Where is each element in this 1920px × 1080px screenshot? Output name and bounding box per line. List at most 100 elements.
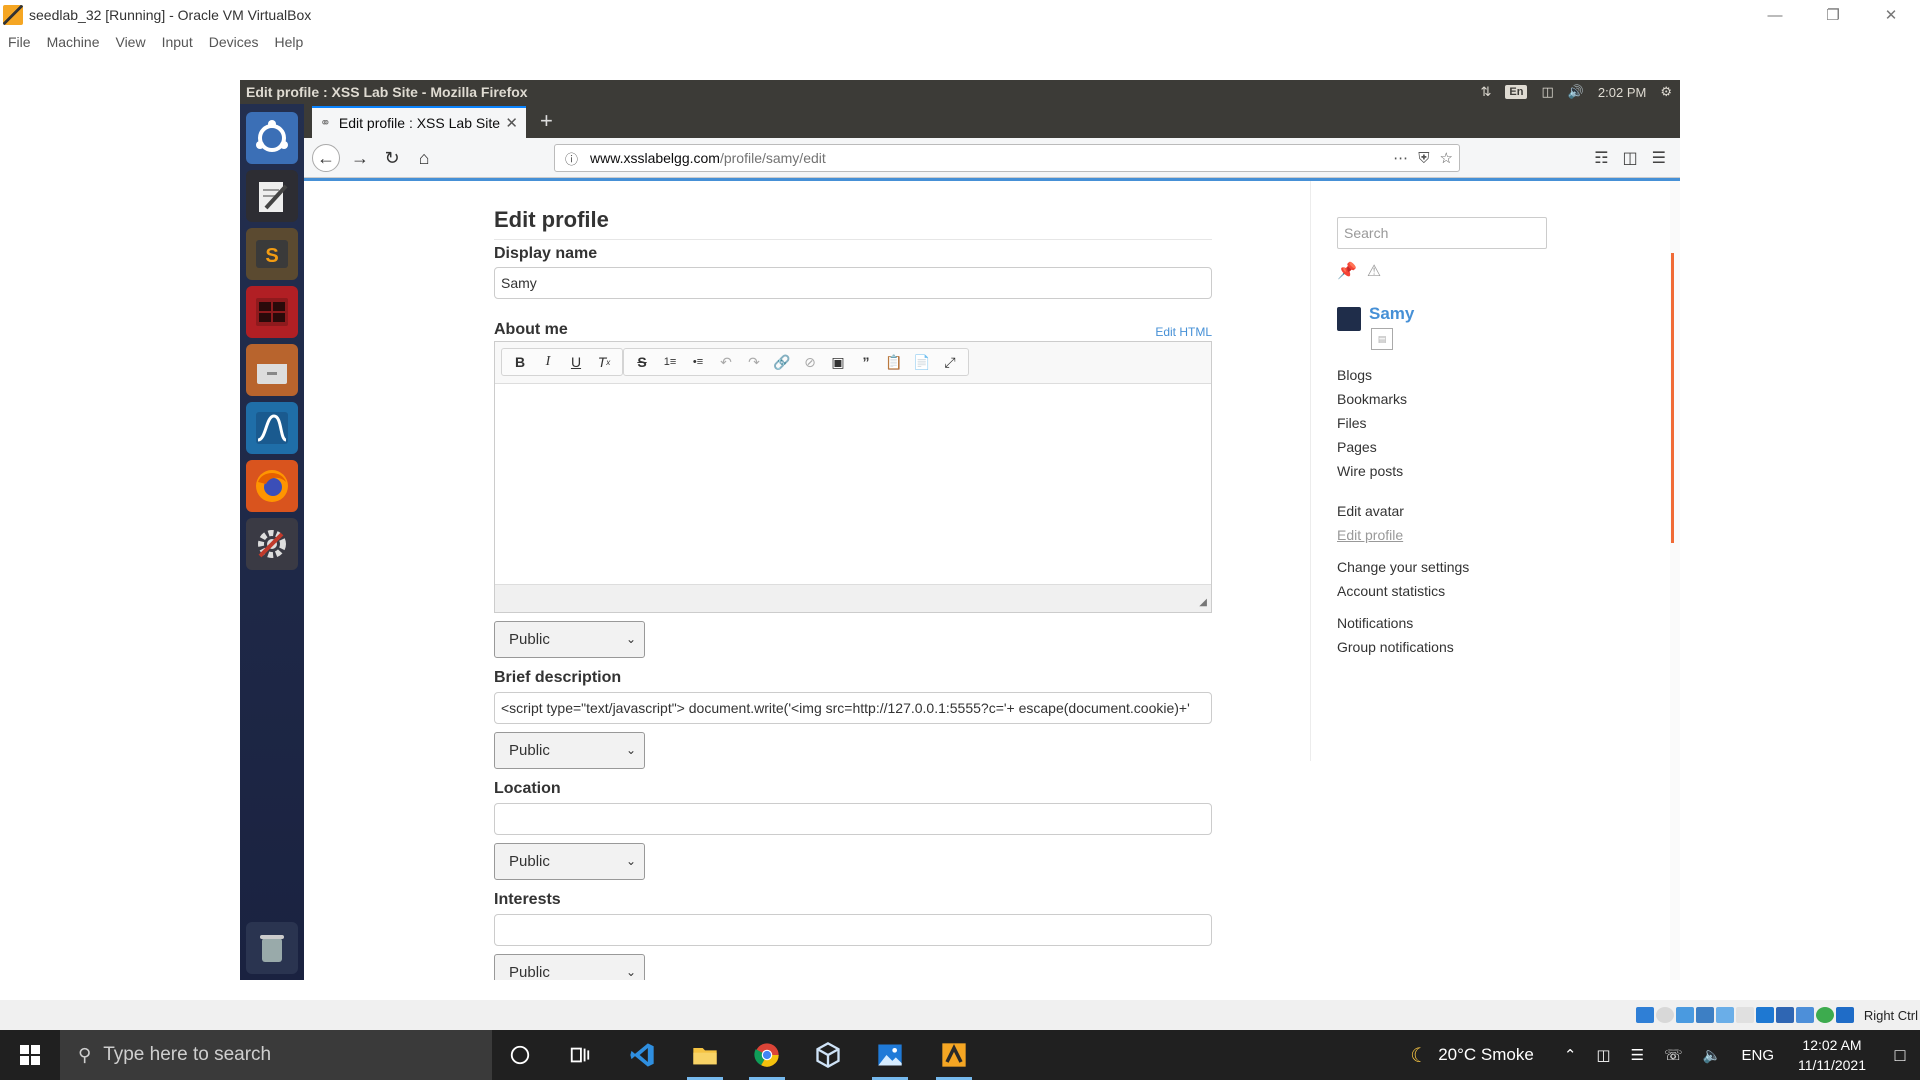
close-button[interactable]: ✕ (1862, 0, 1920, 30)
sidebar-link-files[interactable]: Files (1337, 415, 1367, 431)
page-actions-icon[interactable]: ⋯ (1393, 149, 1408, 167)
wireshark-icon[interactable] (246, 402, 298, 454)
shared-folders-icon[interactable] (1736, 1007, 1754, 1023)
sidebar-link-notifications[interactable]: Notifications (1337, 615, 1413, 631)
forward-button[interactable]: → (346, 144, 374, 172)
redo-icon[interactable]: ↷ (740, 350, 768, 374)
interests-field[interactable] (494, 914, 1212, 946)
unlink-icon[interactable]: ⊘ (796, 350, 824, 374)
underline-icon[interactable]: U (562, 350, 590, 374)
location-field[interactable] (494, 803, 1212, 835)
sidebar-toggle-icon[interactable]: ◫ (1623, 148, 1638, 168)
reload-button[interactable]: ↻ (378, 144, 406, 172)
battery-tray-icon[interactable]: ◫ (1596, 1046, 1610, 1064)
terminal-icon[interactable] (246, 286, 298, 338)
text-editor-icon[interactable] (246, 170, 298, 222)
vm-screen[interactable]: Edit profile : XSS Lab Site - Mozilla Fi… (240, 80, 1680, 980)
pin-icon[interactable]: 📌 (1337, 261, 1357, 281)
sidebar-link-wire-posts[interactable]: Wire posts (1337, 463, 1403, 479)
notification-center-icon[interactable]: □ (1880, 1045, 1920, 1066)
paste-word-icon[interactable]: 📄 (908, 350, 936, 374)
display-icon[interactable] (1756, 1007, 1774, 1023)
italic-icon[interactable]: I (534, 350, 562, 374)
back-button[interactable]: ← (312, 144, 340, 172)
mouse-integration-icon[interactable] (1816, 1007, 1834, 1023)
owner-name-link[interactable]: Samy (1369, 304, 1414, 324)
ubuntu-clock[interactable]: 2:02 PM (1598, 85, 1646, 100)
resize-handle-icon[interactable]: ◢ (1199, 597, 1207, 608)
home-button[interactable]: ⌂ (410, 144, 438, 172)
blockquote-icon[interactable]: ” (852, 350, 880, 374)
speaker-icon[interactable]: 🔈 (1703, 1046, 1722, 1064)
hamburger-menu-icon[interactable]: ☰ (1652, 148, 1666, 168)
recording-icon[interactable] (1776, 1007, 1794, 1023)
cpu-icon[interactable] (1796, 1007, 1814, 1023)
start-button[interactable] (0, 1030, 60, 1080)
sublime-text-icon[interactable]: S (246, 228, 298, 280)
remove-format-icon[interactable]: Tx (590, 350, 618, 374)
virtualbox-app-icon[interactable] (800, 1030, 856, 1080)
tab-edit-profile[interactable]: ⚭ Edit profile : XSS Lab Site ✕ (312, 106, 526, 138)
firefox-icon[interactable] (246, 460, 298, 512)
input-language[interactable]: ENG (1741, 1047, 1774, 1064)
sidebar-link-blogs[interactable]: Blogs (1337, 367, 1372, 383)
menu-file[interactable]: File (8, 34, 31, 50)
menu-view[interactable]: View (115, 34, 145, 50)
hard-disk-icon[interactable] (1636, 1007, 1654, 1023)
sidebar-link-pages[interactable]: Pages (1337, 439, 1377, 455)
sidebar-link-bookmarks[interactable]: Bookmarks (1337, 391, 1407, 407)
optical-drive-icon[interactable] (1656, 1007, 1674, 1023)
undo-icon[interactable]: ↶ (712, 350, 740, 374)
chrome-icon[interactable] (739, 1030, 795, 1080)
link-icon[interactable]: 🔗 (768, 350, 796, 374)
warning-icon[interactable]: ⚠ (1367, 261, 1381, 281)
menu-help[interactable]: Help (275, 34, 304, 50)
restore-button[interactable]: ❐ (1804, 0, 1862, 30)
owner-menu-icon[interactable]: ▤ (1371, 328, 1393, 350)
new-tab-button[interactable]: + (540, 108, 553, 134)
battery-icon[interactable]: ◫ (1541, 84, 1553, 100)
sidebar-link-change-settings[interactable]: Change your settings (1337, 559, 1469, 575)
volume-icon[interactable]: 🔊 (1568, 84, 1584, 100)
network-icon[interactable]: ⇅ (1480, 84, 1491, 100)
usb-icon[interactable] (1716, 1007, 1734, 1023)
vscode-icon[interactable] (614, 1030, 670, 1080)
files-icon[interactable] (246, 344, 298, 396)
tab-close-icon[interactable]: ✕ (505, 114, 518, 132)
minimize-button[interactable]: — (1746, 0, 1804, 30)
page-info-icon[interactable]: ⓘ (565, 149, 578, 168)
display-name-field[interactable]: Samy (494, 267, 1212, 299)
sidebar-link-group-notifications[interactable]: Group notifications (1337, 639, 1454, 655)
pocket-icon[interactable]: ⛨ (1418, 150, 1429, 167)
sidebar-link-account-statistics[interactable]: Account statistics (1337, 583, 1445, 599)
audio-icon[interactable] (1676, 1007, 1694, 1023)
menu-machine[interactable]: Machine (47, 34, 100, 50)
avatar[interactable] (1337, 307, 1361, 331)
weather-widget[interactable]: ☾ 20°C Smoke (1410, 1043, 1534, 1068)
brief-access-select[interactable]: Public ⌄ (494, 732, 645, 769)
taskbar-search-box[interactable]: ⚲ Type here to search (60, 1030, 492, 1080)
file-explorer-icon[interactable] (677, 1030, 733, 1080)
strikethrough-icon[interactable]: S (628, 350, 656, 374)
cortana-icon[interactable] (492, 1030, 548, 1080)
interests-access-select[interactable]: Public ⌄ (494, 954, 645, 980)
virtualbox-vm-icon[interactable] (926, 1030, 982, 1080)
task-view-icon[interactable] (552, 1030, 608, 1080)
maximize-icon[interactable]: ⤢ (936, 350, 964, 374)
dash-icon[interactable] (246, 112, 298, 164)
bulleted-list-icon[interactable]: •≡ (684, 350, 712, 374)
paste-text-icon[interactable]: 📋 (880, 350, 908, 374)
taskbar-clock[interactable]: 12:02 AM 11/11/2021 (1798, 1035, 1866, 1075)
bold-icon[interactable]: B (506, 350, 534, 374)
url-bar[interactable]: ⓘ www.xsslabelgg.com/profile/samy/edit ⋯… (554, 144, 1460, 172)
meet-now-icon[interactable]: ☏ (1664, 1046, 1683, 1064)
keyboard-capture-icon[interactable] (1836, 1007, 1854, 1023)
search-input[interactable]: Search (1337, 217, 1547, 249)
brief-description-field[interactable]: <script type="text/javascript"> document… (494, 692, 1212, 724)
bookmark-star-icon[interactable]: ☆ (1440, 149, 1453, 167)
about-me-textarea[interactable] (495, 384, 1211, 584)
settings-gear-icon[interactable]: ⚙ (1660, 84, 1672, 100)
network-adapter-icon[interactable] (1696, 1007, 1714, 1023)
edit-html-link[interactable]: Edit HTML (1155, 325, 1212, 339)
location-access-select[interactable]: Public ⌄ (494, 843, 645, 880)
